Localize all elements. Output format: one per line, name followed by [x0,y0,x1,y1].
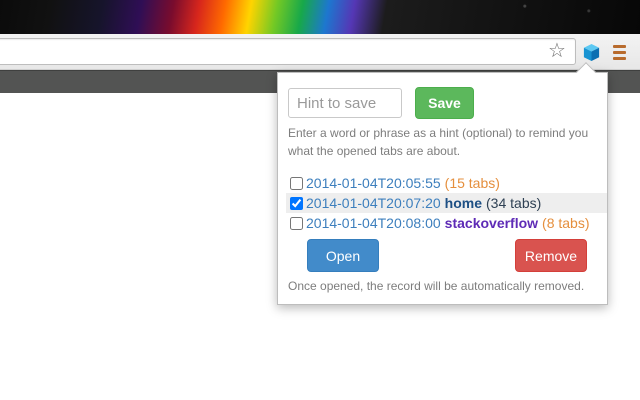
remove-note: Once opened, the record will be automati… [288,279,585,293]
remove-button[interactable]: Remove [515,239,587,272]
menu-icon-bar [613,44,626,48]
saved-record-row-selected[interactable]: 2014-01-04T20:07:20 home (34 tabs) [286,193,607,213]
record-timestamp: 2014-01-04T20:08:00 [306,215,441,231]
record-hint: home [444,195,483,211]
record-tab-count: (8 tabs) [542,215,590,231]
menu-icon-bar [613,50,626,54]
record-checkbox[interactable] [290,216,303,230]
record-hint: stackoverflow [444,215,539,231]
record-timestamp: 2014-01-04T20:07:20 [306,195,441,211]
menu-icon-bar [613,56,626,60]
open-button[interactable]: Open [307,239,379,272]
saved-record-row[interactable]: 2014-01-04T20:08:00 stackoverflow (8 tab… [286,213,607,233]
hint-input[interactable] [288,88,402,118]
browser-theme-strip [0,0,640,34]
cube-icon-graphic [583,43,599,61]
record-tab-count: (15 tabs) [444,175,500,191]
record-tab-count: (34 tabs) [486,195,542,211]
address-bar[interactable]: ☆ [0,38,576,65]
save-button[interactable]: Save [415,87,474,119]
star-icon[interactable]: ☆ [547,41,567,61]
hint-help-text: Enter a word or phrase as a hint (option… [288,126,589,158]
saved-record-row[interactable]: 2014-01-04T20:05:55 (15 tabs) [286,173,607,193]
record-timestamp: 2014-01-04T20:05:55 [306,175,441,191]
saved-record-list: 2014-01-04T20:05:55 (15 tabs) 2014-01-04… [286,173,607,233]
hamburger-menu-icon[interactable] [613,42,629,62]
record-checkbox[interactable] [290,196,303,210]
record-checkbox[interactable] [290,176,303,190]
extension-popup: Save Enter a word or phrase as a hint (o… [277,62,608,305]
browser-window: ☆ Save Enter a word or phrase as a hint … [0,0,640,400]
cube-icon[interactable] [580,41,602,63]
browser-toolbar: ☆ [0,34,640,70]
